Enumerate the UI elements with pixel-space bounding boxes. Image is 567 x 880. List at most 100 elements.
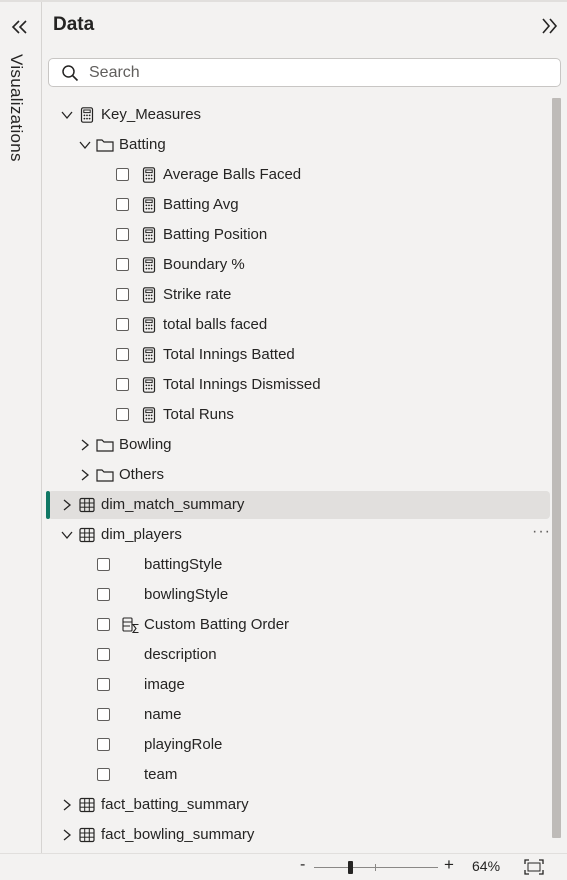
field-label: battingStyle	[144, 556, 223, 573]
tree-node-fact-batting-summary[interactable]: fact_batting_summary	[48, 791, 550, 819]
calculator-icon	[141, 197, 157, 213]
tree-node-key-measures[interactable]: Key_Measures	[48, 101, 550, 129]
chevron-right-icon[interactable]	[60, 828, 74, 842]
chevron-right-icon[interactable]	[78, 468, 92, 482]
tree-node-bowling-folder[interactable]: Bowling	[48, 431, 550, 459]
scrollbar-thumb[interactable]	[552, 98, 561, 838]
field-item[interactable]: playingRole	[48, 731, 550, 759]
measure-item[interactable]: Total Innings Batted	[48, 341, 550, 369]
tree-node-dim-match-summary[interactable]: dim_match_summary	[46, 491, 550, 519]
table-icon	[79, 827, 95, 843]
calculator-icon	[141, 287, 157, 303]
zoom-slider-track[interactable]	[314, 867, 438, 868]
table-icon	[79, 497, 95, 513]
search-input[interactable]	[89, 62, 549, 83]
field-checkbox[interactable]	[116, 408, 129, 421]
search-icon	[61, 64, 79, 82]
field-item[interactable]: team	[48, 761, 550, 789]
measure-label: Batting Position	[163, 226, 268, 243]
field-label: playingRole	[144, 736, 223, 753]
folder-icon	[96, 467, 114, 483]
search-box[interactable]	[48, 58, 561, 87]
folder-icon	[96, 137, 114, 153]
tree-node-batting-folder[interactable]: Batting	[48, 131, 550, 159]
field-item[interactable]: image	[48, 671, 550, 699]
tree-node-dim-players[interactable]: dim_players ···	[48, 521, 550, 549]
chevron-right-icon[interactable]	[60, 498, 74, 512]
zoom-slider-tick	[375, 864, 376, 871]
field-checkbox[interactable]	[116, 228, 129, 241]
folder-icon	[96, 437, 114, 453]
field-item[interactable]: battingStyle	[48, 551, 550, 579]
top-border	[0, 0, 567, 2]
field-checkbox[interactable]	[97, 588, 110, 601]
measure-label: Total Runs	[163, 406, 234, 423]
field-checkbox[interactable]	[97, 738, 110, 751]
field-label: image	[144, 676, 185, 693]
field-checkbox[interactable]	[97, 768, 110, 781]
field-checkbox[interactable]	[116, 378, 129, 391]
measure-label: total balls faced	[163, 316, 268, 333]
field-checkbox[interactable]	[97, 558, 110, 571]
chevron-down-icon[interactable]	[60, 108, 74, 122]
zoom-level: 64%	[472, 858, 501, 874]
measure-item[interactable]: Total Runs	[48, 401, 550, 429]
calculator-icon	[141, 167, 157, 183]
measure-item[interactable]: Strike rate	[48, 281, 550, 309]
measure-item[interactable]: Batting Avg	[48, 191, 550, 219]
field-checkbox[interactable]	[116, 348, 129, 361]
vertical-scrollbar[interactable]	[552, 98, 561, 838]
field-checkbox[interactable]	[116, 198, 129, 211]
measure-label: Strike rate	[163, 286, 232, 303]
calculator-icon	[141, 407, 157, 423]
calculator-icon	[141, 317, 157, 333]
measure-item[interactable]: total balls faced	[48, 311, 550, 339]
table-icon	[79, 527, 95, 543]
field-item[interactable]: Custom Batting Order	[48, 611, 550, 639]
table-icon	[79, 797, 95, 813]
field-checkbox[interactable]	[116, 168, 129, 181]
field-label: name	[144, 706, 182, 723]
pane-title: Data	[53, 14, 95, 35]
more-options-button[interactable]: ···	[532, 523, 551, 541]
zoom-out-button[interactable]: -	[300, 856, 305, 874]
measure-item[interactable]: Batting Position	[48, 221, 550, 249]
tree-node-others-folder[interactable]: Others	[48, 461, 550, 489]
measure-item[interactable]: Total Innings Dismissed	[48, 371, 550, 399]
measure-item[interactable]: Boundary %	[48, 251, 550, 279]
field-checkbox[interactable]	[116, 288, 129, 301]
field-checkbox[interactable]	[97, 648, 110, 661]
chevron-right-icon[interactable]	[60, 798, 74, 812]
tree-node-label: Key_Measures	[101, 106, 202, 123]
calculator-icon	[141, 257, 157, 273]
chevron-down-icon[interactable]	[78, 138, 92, 152]
field-label: bowlingStyle	[144, 586, 229, 603]
field-checkbox[interactable]	[97, 708, 110, 721]
chevron-down-icon[interactable]	[60, 528, 74, 542]
field-checkbox[interactable]	[97, 678, 110, 691]
calculator-icon	[141, 377, 157, 393]
zoom-slider-thumb[interactable]	[348, 861, 353, 874]
tree-node-label: fact_bowling_summary	[101, 826, 255, 843]
collapse-pane-icon[interactable]	[537, 14, 561, 38]
measure-label: Boundary %	[163, 256, 245, 273]
expand-visualizations-icon[interactable]	[9, 16, 31, 38]
chevron-right-icon[interactable]	[78, 438, 92, 452]
zoom-in-button[interactable]: +	[444, 855, 454, 875]
field-checkbox[interactable]	[116, 318, 129, 331]
tree-node-label: dim_match_summary	[101, 496, 245, 513]
field-item[interactable]: description	[48, 641, 550, 669]
field-checkbox[interactable]	[116, 258, 129, 271]
measure-item[interactable]: Average Balls Faced	[48, 161, 550, 189]
calculator-icon	[141, 347, 157, 363]
fit-to-page-icon[interactable]	[524, 859, 544, 875]
calculator-icon	[79, 107, 95, 123]
measure-label: Average Balls Faced	[163, 166, 302, 183]
field-checkbox[interactable]	[97, 618, 110, 631]
visualizations-label[interactable]: Visualizations	[6, 54, 26, 162]
tree-node-fact-bowling-summary[interactable]: fact_bowling_summary	[48, 821, 550, 849]
field-item[interactable]: bowlingStyle	[48, 581, 550, 609]
field-item[interactable]: name	[48, 701, 550, 729]
tree-node-label: Others	[119, 466, 165, 483]
status-bar: - + 64%	[0, 853, 567, 878]
